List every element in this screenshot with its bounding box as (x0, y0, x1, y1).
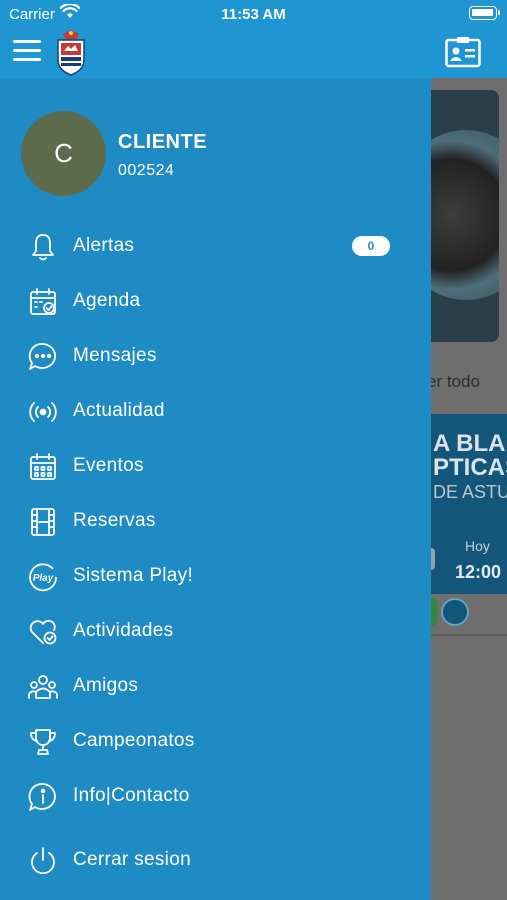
menu-item-eventos[interactable]: Eventos (0, 443, 431, 491)
menu-item-actividades[interactable]: Actividades (0, 608, 431, 656)
group-icon (28, 675, 58, 699)
event-banner: A BLAN PTICAS DE ASTU (431, 414, 507, 524)
menu-item-actualidad[interactable]: Actualidad (0, 388, 431, 436)
schedule-day: Hoy (465, 538, 490, 554)
menu-label-agenda: Agenda (73, 290, 141, 311)
battery-icon (469, 6, 500, 20)
menu-label-alertas: Alertas (73, 235, 135, 256)
menu-label-info-contacto: Info|Contacto (73, 785, 190, 806)
menu-label-campeonatos: Campeonatos (73, 730, 195, 751)
banner-subtitle: DE ASTU (433, 482, 507, 502)
chat-bubble-icon (28, 343, 56, 370)
heart-check-icon (29, 619, 57, 645)
info-icon (28, 783, 56, 811)
menu-label-actividades: Actividades (73, 620, 174, 641)
menu-label-amigos: Amigos (73, 675, 139, 696)
trophy-icon (30, 729, 56, 755)
menu-item-reservas[interactable]: Reservas (0, 498, 431, 546)
user-name: CLIENTE (118, 131, 208, 153)
divider (431, 634, 507, 636)
menu-label-eventos: Eventos (73, 455, 144, 476)
menu-label-actualidad: Actualidad (73, 400, 165, 421)
menu-item-mensajes[interactable]: Mensajes (0, 333, 431, 381)
alerts-count-badge: 0 (352, 236, 390, 256)
featured-photo (431, 90, 499, 342)
status-time: 11:53 AM (221, 6, 286, 23)
club-crest-logo[interactable] (53, 30, 89, 76)
schedule-panel: Hoy 12:00 (431, 524, 507, 594)
menu-item-amigos[interactable]: Amigos (0, 663, 431, 711)
menu-item-alertas[interactable]: Alertas 0 (0, 223, 431, 271)
menu-label-mensajes: Mensajes (73, 345, 157, 366)
side-drawer: C CLIENTE 002524 Alertas 0 Agenda Mensaj… (0, 78, 431, 900)
broadcast-icon (29, 402, 57, 422)
background-content: er todo A BLAN PTICAS DE ASTU Hoy 12:00 (431, 78, 507, 900)
avatar[interactable]: C (21, 111, 106, 196)
status-bar: Carrier 11:53 AM (0, 0, 507, 28)
menu-item-cerrar-sesion[interactable]: Cerrar sesion (0, 837, 431, 885)
status-chip (431, 598, 437, 626)
calendar-grid-icon (30, 453, 56, 480)
film-strip-icon (31, 508, 55, 536)
menu-label-sistema-play: Sistema Play! (73, 565, 194, 586)
play-circle-icon: Play (29, 563, 57, 592)
schedule-hour: 12:00 (455, 562, 502, 582)
svg-text:Play: Play (33, 573, 54, 584)
user-code: 002524 (118, 162, 175, 179)
see-all-link: er todo (431, 372, 480, 391)
menu-item-sistema-play[interactable]: Play Sistema Play! (0, 553, 431, 601)
menu-item-campeonatos[interactable]: Campeonatos (0, 718, 431, 766)
top-bar: Carrier 11:53 AM (0, 0, 507, 78)
banner-title-line1: A BLAN (433, 430, 507, 457)
menu-item-info-contacto[interactable]: Info|Contacto (0, 773, 431, 821)
friends-chip (441, 598, 469, 626)
bell-icon (32, 234, 54, 261)
power-icon (31, 847, 55, 875)
member-card-icon[interactable] (445, 36, 481, 68)
banner-title-line2: PTICAS (433, 454, 507, 481)
calendar-check-icon (30, 288, 56, 315)
hamburger-menu-icon[interactable] (13, 40, 41, 62)
menu-item-agenda[interactable]: Agenda (0, 278, 431, 326)
menu-label-cerrar-sesion: Cerrar sesion (73, 849, 191, 870)
menu-label-reservas: Reservas (73, 510, 156, 531)
